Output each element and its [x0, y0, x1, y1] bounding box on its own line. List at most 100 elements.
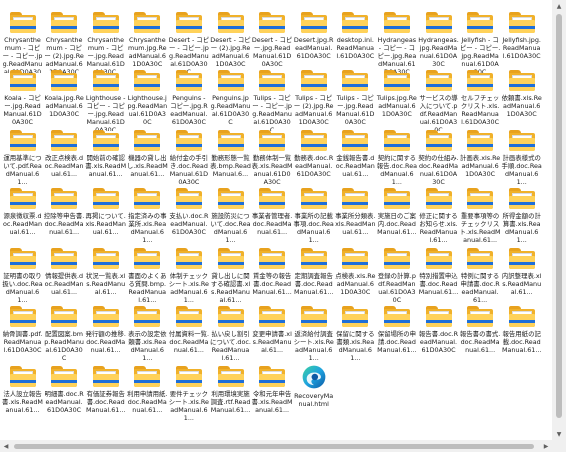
file-item[interactable]: 計画表.xls.ReadManual.61D0A30C	[460, 130, 501, 191]
file-item[interactable]: Desert - コピー (2).jpg.ReadManual.61D0A30C	[210, 12, 251, 73]
file-item[interactable]: 事業所分類表.xls.ReadManual.61...	[335, 188, 376, 249]
file-item[interactable]: 所得金額の計算書.xls.ReadManual.61...	[501, 188, 542, 249]
file-item[interactable]: 有価証券報告書.doc.ReadManual.61...	[85, 366, 126, 427]
file-item[interactable]: Chrysanthemum - コピー - コピー.jpg.ReadManual…	[2, 12, 43, 73]
file-item[interactable]: 体制チェックシート.xls.ReadManual.61...	[168, 248, 209, 309]
file-item[interactable]: 勤務体制一覧表.xls.ReadManual.61D0A30C	[252, 130, 293, 191]
file-name-label: 所得金額の計算書.xls.ReadManual.61...	[502, 212, 541, 244]
file-item[interactable]: 契約の仕組み.doc.ReadManual.61D0A30C	[418, 130, 459, 191]
file-item[interactable]: 報告用紙の記載.doc.ReadManual.61...	[501, 306, 542, 367]
scroll-up-icon[interactable]: ▲	[552, 0, 566, 12]
file-item[interactable]: 金銭報告書.doc.ReadManual.61...	[335, 130, 376, 191]
file-item[interactable]: 情報提供表.doc.ReadManual.61...	[44, 248, 85, 309]
file-item[interactable]: 施設防災について.doc.ReadManual.61...	[210, 188, 251, 249]
file-item[interactable]: Chrysanthemum - コピー (2).jpg.ReadManual.6…	[44, 12, 85, 73]
file-item[interactable]: 要件チェックシート.xls.ReadManual.61...	[168, 366, 209, 427]
file-item[interactable]: 特例に関する申請書.doc.ReadManual.61...	[460, 248, 501, 309]
file-item[interactable]: Jellyfish.jpg.ReadManual.61D0A30C	[501, 12, 542, 73]
file-item[interactable]: 報告書の書式.doc.ReadManual.61...	[460, 306, 501, 367]
file-item[interactable]: 点検表.xls.ReadManual.61D0A30C	[335, 248, 376, 309]
vertical-scrollbar[interactable]: ▲ ▼	[552, 0, 566, 440]
file-item[interactable]: 改正点検表.doc.ReadManual.61...	[44, 130, 85, 191]
file-item[interactable]: 源泉徴収票.doc.ReadManual.61...	[2, 188, 43, 249]
file-item[interactable]: 返済給付調査シート.xls.ReadManual.61...	[293, 306, 334, 367]
file-item[interactable]: Desert.jpg.ReadManual.61D0A30C	[293, 12, 334, 73]
file-item[interactable]: Lighthouse - コピー - コピー.jpg.ReadManual.61…	[85, 70, 126, 131]
file-item[interactable]: Chrysanthemum.jpg.ReadManual.61D0A30C	[127, 12, 168, 73]
file-item[interactable]: 再掲について.xls.ReadManual.61...	[85, 188, 126, 249]
scroll-right-icon[interactable]: ▶	[540, 440, 552, 452]
file-item[interactable]: 賃金等の報告書.doc.ReadManual.61...	[252, 248, 293, 309]
file-name-label: 保留場所の申請.doc.ReadManual.61...	[377, 330, 417, 354]
file-item[interactable]: 機器の貸し出し.xls.ReadManual.61...	[127, 130, 168, 191]
file-item[interactable]: 計画表様式の手順.doc.ReadManual.61...	[501, 130, 542, 191]
file-item[interactable]: 保留場所の申請.doc.ReadManual.61...	[376, 306, 417, 367]
folder-icon	[175, 306, 203, 328]
file-item[interactable]: 登録の計算.pdf.ReadManual.61D0A30C	[376, 248, 417, 309]
file-item[interactable]: Koala.jpg.ReadManual.61D0A30C	[44, 70, 85, 131]
file-item[interactable]: 実施日のご案内.doc.ReadManual.61...	[376, 188, 417, 249]
file-item[interactable]: 重要事項等のチェックリスト.xls.ReadManual.61...	[460, 188, 501, 249]
file-item[interactable]: Tulips - コピー (2).jpg.ReadManual.61D0A30C	[293, 70, 334, 131]
file-item[interactable]: Jellyfish - コピー - コピー.jpg.ReadManual.61D…	[460, 12, 501, 73]
file-item[interactable]: 変更申請書.xls.ReadManual.61...	[252, 306, 293, 367]
file-item[interactable]: 明細書.doc.ReadManual.61D0A30C	[44, 366, 85, 427]
file-item[interactable]: RecoveryManual.html	[293, 365, 334, 427]
file-item[interactable]: desktop.ini.ReadManual.61D0A30C	[335, 12, 376, 73]
file-item[interactable]: 勤務表.doc.ReadManual.61D0A30C	[293, 130, 334, 191]
file-item[interactable]: 事業所の記載事項.doc.ReadManual.61...	[293, 188, 334, 249]
file-item[interactable]: Hydrangeas - コピー - コピー.jpg.ReadManual.61…	[376, 12, 417, 73]
file-item[interactable]: 修正に関するお知らせ.xls.ReadManual.61...	[418, 188, 459, 249]
file-item[interactable]: 表示の設定依頼書.xls.ReadManual.61...	[127, 306, 168, 367]
file-item[interactable]: 定期調査報告書.doc.ReadManual.61...	[293, 248, 334, 309]
file-item[interactable]: 証明書の取り扱い.doc.ReadManual.61...	[2, 248, 43, 309]
file-item[interactable]: Koala - コピー.jpg.ReadManual.61D0A30C	[2, 70, 43, 131]
file-item[interactable]: 控除等申告書.doc.ReadManual.61...	[44, 188, 85, 249]
file-item[interactable]: Penguins.jpg.ReadManual.61D0A30C	[210, 70, 251, 131]
file-item[interactable]: 給付金の手引き.doc.ReadManual.61D0A30C	[168, 130, 209, 191]
file-item[interactable]: Desert - コピー.jpg.ReadManual.61D0A30C	[252, 12, 293, 73]
file-item[interactable]: Tulips - コピー - コピー.jpg.ReadManual.61D0A3…	[252, 70, 293, 131]
folder-icon	[133, 130, 161, 152]
file-item[interactable]: 事業者管理者.doc.ReadManual.61...	[252, 188, 293, 249]
file-name-label: 情報提供表.doc.ReadManual.61...	[44, 272, 84, 296]
horizontal-scroll-thumb[interactable]	[14, 444, 534, 449]
file-item[interactable]: Chrysanthemum - コピー.jpg.ReadManual.61D0A…	[85, 12, 126, 73]
file-item[interactable]: Lighthouse.jpg.ReadManual.61D0A30C	[127, 70, 168, 131]
file-item[interactable]: サービスの導入について.pdf.ReadManual.61D0A30C	[418, 70, 459, 131]
file-item[interactable]: 内訳整理表.xls.ReadManual.61...	[501, 248, 542, 309]
horizontal-scrollbar[interactable]: ◀ ▶	[0, 440, 552, 452]
file-item[interactable]: 納骨調書.pdf.ReadManual.61D0A30C	[2, 306, 43, 367]
file-item[interactable]: Tulips - コピー.jpg.ReadManual.61D0A30C	[335, 70, 376, 131]
scroll-down-icon[interactable]: ▼	[552, 428, 566, 440]
file-item[interactable]: 利用環境実施調査.rtf.ReadManual.61...	[210, 366, 251, 427]
file-item[interactable]: 貸し出しに関する確認書.xls.ReadManual.61...	[210, 248, 251, 309]
file-item[interactable]: 契約に関する報告.doc.ReadManual.61...	[376, 130, 417, 191]
file-item[interactable]: 書面のよくある質問.bmp.ReadManual.61...	[127, 248, 168, 309]
file-item[interactable]: 法人設立報告書.xls.ReadManual.61...	[2, 366, 43, 427]
file-item[interactable]: 依頼書.xls.ReadManual.61D0A30C	[501, 70, 542, 131]
file-item[interactable]: 報告書.doc.ReadManual.61D0A30C	[418, 306, 459, 367]
file-item[interactable]: 付属資料一覧.doc.ReadManual.61...	[168, 306, 209, 367]
file-item[interactable]: セルフチェックリスト.xls.ReadManual.61D0A30C	[460, 70, 501, 131]
file-item[interactable]: 令和元年申告書.xls.ReadManual.61...	[252, 366, 293, 427]
scroll-left-icon[interactable]: ◀	[0, 440, 12, 452]
file-item[interactable]: 払い戻し割引について.doc.ReadManual.61...	[210, 306, 251, 367]
file-item[interactable]: 利用申請用紙.doc.ReadManual.61...	[127, 366, 168, 427]
file-item[interactable]: 開始前の確認書.xls.ReadManual.61...	[85, 130, 126, 191]
file-item[interactable]: 発行額の推移.doc.ReadManual.61...	[85, 306, 126, 367]
file-item[interactable]: Penguins - コピー.jpg.ReadManual.61D0A30C	[168, 70, 209, 131]
file-item[interactable]: 配置図案.bmp.ReadManual.61D0A30C	[44, 306, 85, 367]
file-item[interactable]: 状況一覧表.xls.ReadManual.61...	[85, 248, 126, 309]
file-item[interactable]: 特別措置申込書.doc.ReadManual.61...	[418, 248, 459, 309]
file-item[interactable]: 保留に関する書類.xls.ReadManual.61...	[335, 306, 376, 367]
file-item[interactable]: Desert - コピー - コピー.jpg.ReadManual.61D0A3…	[168, 12, 209, 73]
file-item[interactable]: 指定済みの事業所.xls.ReadManual.61...	[127, 188, 168, 249]
file-item[interactable]: Hydrangeas.jpg.ReadManual.61D0A30C	[418, 12, 459, 73]
file-item[interactable]: Tulips.jpg.ReadManual.61D0A30C	[376, 70, 417, 131]
vertical-scroll-thumb[interactable]	[556, 14, 562, 418]
file-item[interactable]: 運用基準について.pdf.ReadManual.61...	[2, 130, 43, 191]
folder-icon	[92, 248, 120, 270]
file-item[interactable]: 支払い.doc.ReadManual.61D0A30C	[168, 188, 209, 249]
file-item[interactable]: 勤務形態一覧表.bmp.ReadManual.6...	[210, 130, 251, 191]
